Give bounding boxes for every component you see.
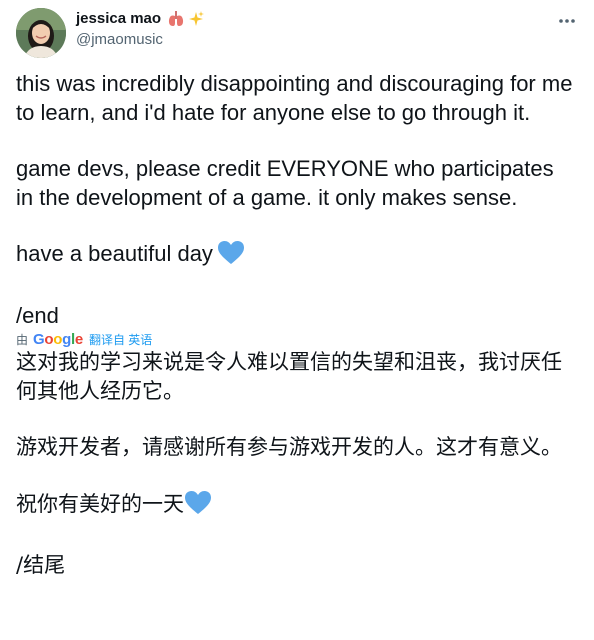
lungs-emoji: [167, 10, 185, 28]
tweet-paragraph-4: /end: [16, 302, 59, 328]
display-name[interactable]: jessica mao: [76, 9, 161, 29]
tweet-paragraph-2: game devs, please credit EVERYONE who pa…: [16, 156, 554, 210]
user-names: jessica mao @jmaomusic: [76, 9, 205, 50]
translated-paragraph-1: 这对我的学习来说是令人难以置信的失望和沮丧，我讨厌任何其他人经历它。: [16, 350, 562, 403]
translated-paragraph-3: 祝你有美好的一天: [16, 490, 576, 524]
translated-paragraph-4: /结尾: [16, 553, 66, 577]
avatar[interactable]: [16, 8, 66, 58]
more-options-button[interactable]: [556, 10, 578, 32]
translated-by-label: 由: [16, 332, 29, 347]
tweet-header: jessica mao @jmaomusic: [16, 8, 578, 60]
avatar-photo: [16, 8, 66, 58]
blue-heart-emoji-translated: [184, 490, 212, 524]
translated-from-link[interactable]: 翻译自 英语: [89, 331, 152, 348]
tweet-paragraph-3: have a beautiful day: [16, 240, 576, 274]
tweet-paragraph-1: this was incredibly disappointing and di…: [16, 71, 573, 125]
translated-paragraph-2: 游戏开发者，请感谢所有参与游戏开发的人。这才有意义。: [16, 435, 562, 459]
google-logo: Google: [33, 330, 83, 348]
tweet-paragraph-3-text: have a beautiful day: [16, 241, 213, 266]
user-handle[interactable]: @jmaomusic: [76, 30, 205, 50]
tweet: jessica mao @jmaomusic this was incredib…: [0, 0, 594, 640]
blue-heart-emoji: [217, 240, 245, 274]
more-horizontal-icon: [559, 19, 575, 23]
display-name-row: jessica mao: [76, 9, 205, 29]
translated-paragraph-3-text: 祝你有美好的一天: [16, 491, 184, 516]
tweet-body: this was incredibly disappointing and di…: [16, 70, 576, 580]
translation-attribution: 由 Google 翻译自 英语: [16, 330, 576, 348]
sparkles-emoji: [187, 10, 205, 28]
